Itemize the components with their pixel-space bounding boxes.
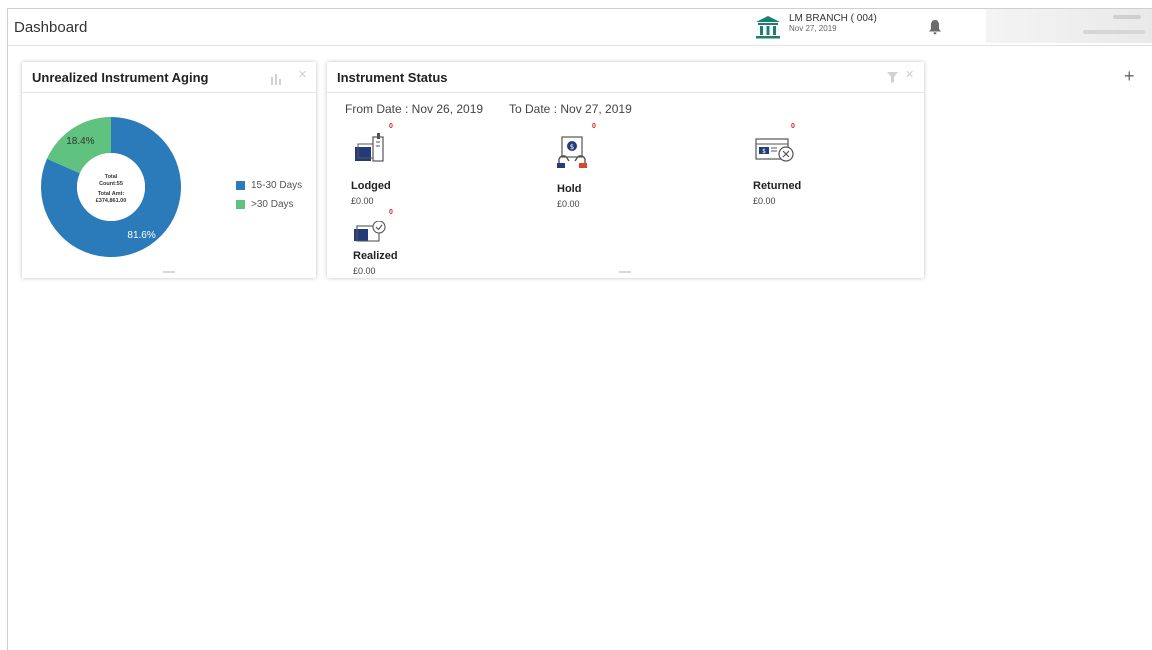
resize-handle[interactable] [163,271,175,273]
legend-swatch [236,181,245,190]
close-icon[interactable]: ✕ [905,68,914,81]
status-widget-title: Instrument Status [337,70,448,85]
status-item-hold[interactable]: 0 $ Hold £0.00 [551,120,641,209]
donut-slice-label: 81.6% [127,230,155,241]
lodged-icon [355,133,384,162]
close-icon[interactable]: ✕ [298,68,307,81]
legend-swatch [236,200,245,209]
instrument-status-widget: Instrument Status ✕ From Date : Nov 26, … [327,62,924,278]
user-profile[interactable] [986,9,1152,43]
svg-text:$: $ [570,143,574,151]
bell-icon[interactable] [928,19,942,35]
resize-handle[interactable] [619,271,631,273]
header-divider [327,92,924,93]
status-label: Realized [353,250,398,262]
app-frame: Dashboard LM BRANCH ( 004) Nov 27, 2019 … [7,8,1152,650]
donut-slice-label: 18.4% [66,136,94,147]
add-widget-icon[interactable]: + [1124,67,1135,85]
status-count: 0 [389,209,393,216]
total-count-text: Total Count:55 [99,174,123,187]
legend-label: >30 Days [251,199,294,210]
status-count: 0 [592,123,596,130]
status-item-realized[interactable]: 0 Realized £0.00 [347,202,437,278]
status-label: Returned [753,180,802,192]
returned-icon: $ [755,138,794,162]
total-amount-value: £374,861.00 [95,198,127,204]
bank-icon [756,16,780,39]
hold-icon: $ [557,136,587,168]
branch-date: Nov 27, 2019 [789,24,837,33]
bar-chart-icon[interactable] [271,73,283,85]
from-date: From Date : Nov 26, 2019 [345,102,484,116]
branch-name[interactable]: LM BRANCH ( 004) [789,13,877,24]
status-count: 0 [791,123,795,130]
status-item-lodged[interactable]: 0 Lodged £0.00 [347,120,437,206]
top-bar: Dashboard LM BRANCH ( 004) Nov 27, 2019 [8,9,1152,46]
aging-widget-title: Unrealized Instrument Aging [32,70,209,85]
status-item-returned[interactable]: 0 $ Returned £0.00 [749,120,839,206]
status-label: Lodged [351,180,391,192]
legend-label: 15-30 Days [251,180,303,191]
legend-item-over-30-days[interactable]: >30 Days [236,199,294,210]
status-amount: £0.00 [753,196,776,206]
svg-text:$: $ [762,148,766,155]
legend-item-15-30-days[interactable]: 15-30 Days [236,180,302,191]
page-title: Dashboard [14,19,88,36]
filter-icon[interactable] [887,72,898,83]
to-date: To Date : Nov 27, 2019 [509,102,632,116]
aging-widget: Unrealized Instrument Aging ✕ 81.6% 18.4%… [22,62,316,278]
status-amount: £0.00 [353,266,376,276]
status-amount: £0.00 [557,199,580,209]
user-name-blurred [1113,15,1141,19]
realized-icon [354,221,386,242]
user-email-blurred [1083,30,1145,34]
header-divider [22,92,316,93]
status-label: Hold [557,183,582,195]
total-amount-label: Total Amt: [97,191,125,197]
status-count: 0 [389,123,393,130]
